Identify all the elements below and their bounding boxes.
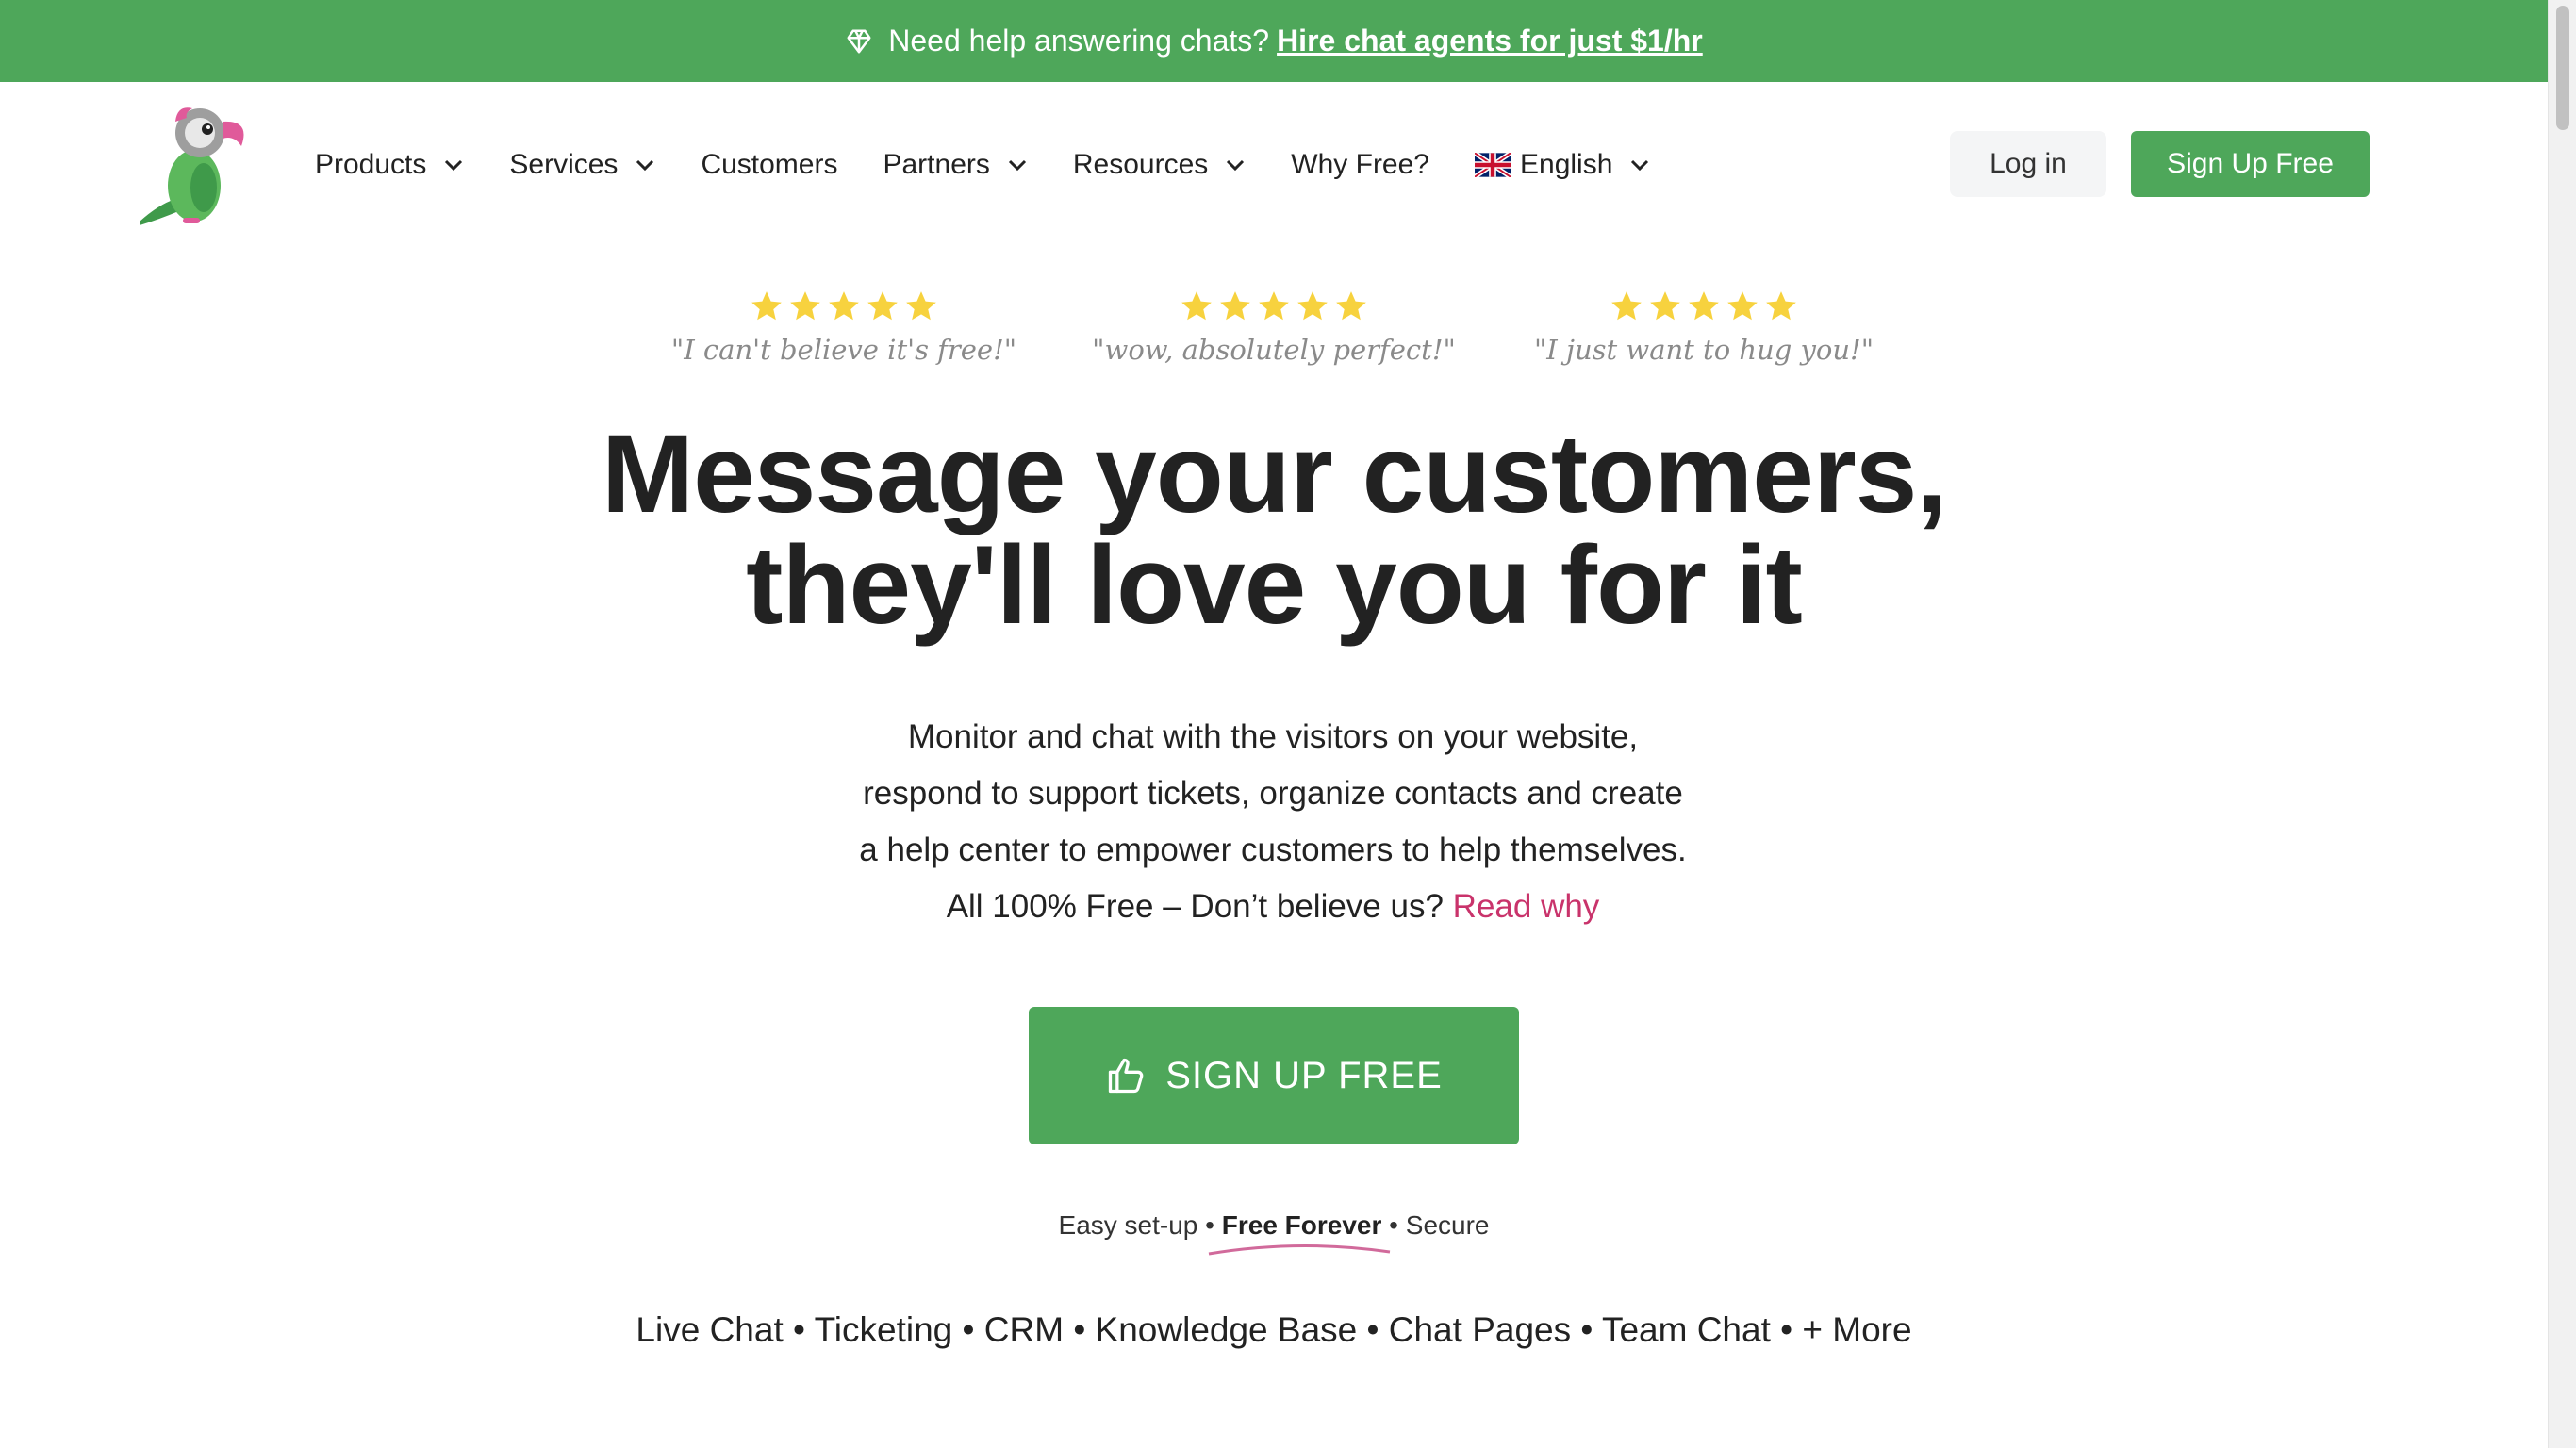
star-icon [1727,291,1758,321]
star-icon [1689,291,1719,321]
chevron-down-icon [635,158,655,172]
star-icon [1259,291,1289,321]
nav-partners[interactable]: Partners [883,149,1027,181]
easy-setup-text: Easy set-up [1058,1210,1198,1240]
read-why-link[interactable]: Read why [1453,888,1600,925]
language-selector[interactable]: English [1475,149,1650,181]
chevron-down-icon [1225,158,1246,172]
star-icon [1336,291,1366,321]
star-icon [1650,291,1680,321]
review-3: "I just want to hug you!" [1506,288,1902,366]
bullet-separator: • [1389,1210,1398,1240]
features-tagline: Easy set-up • Free Forever • Secure [0,1210,2548,1256]
hero-title-line-2: they'll love you for it [746,523,1803,648]
review-1: "I can't believe it's free!" [646,288,1042,366]
uk-flag-icon [1475,153,1511,177]
banner-text: Need help answering chats? [888,24,1270,58]
bullet-separator: • [1205,1210,1214,1240]
nav-resources[interactable]: Resources [1073,149,1246,181]
page-scrollbar[interactable] [2548,0,2576,1448]
nav-why-free[interactable]: Why Free? [1291,149,1429,181]
review-2: "wow, absolutely perfect!" [1076,288,1472,366]
language-label: English [1520,149,1613,180]
review-quote: "I just want to hug you!" [1533,334,1874,366]
star-icon [1220,291,1250,321]
star-icon [867,291,898,321]
cta-label: SIGN UP FREE [1165,1054,1443,1096]
hero-desc-line-2: respond to support tickets, organize con… [863,775,1683,812]
hero-description: Monitor and chat with the visitors on yo… [660,709,1886,935]
star-icon [1297,291,1328,321]
free-forever-text: Free Forever [1221,1210,1382,1240]
hero-title: Message your customers, they'll love you… [0,419,2548,641]
thumbs-up-icon [1105,1055,1147,1096]
star-icon [829,291,859,321]
announcement-banner: Need help answering chats? Hire chat age… [0,0,2548,82]
star-icon [790,291,820,321]
nav-partners-label: Partners [883,149,990,180]
hire-agents-link[interactable]: Hire chat agents for just $1/hr [1277,24,1703,58]
star-icon [1766,291,1796,321]
review-quote: "I can't believe it's free!" [670,334,1017,366]
hero-desc-line-1: Monitor and chat with the visitors on yo… [907,718,1639,755]
login-button[interactable]: Log in [1950,131,2106,197]
nav-resources-label: Resources [1072,149,1209,180]
star-rating [646,288,1042,328]
scrollbar-thumb[interactable] [2556,6,2569,130]
free-claim-text: All 100% Free – Don’t believe us? [946,888,1444,925]
chevron-down-icon [1629,158,1650,172]
star-icon [906,291,936,321]
hero-desc-line-4: All 100% Free – Don’t believe us? Read w… [660,879,1886,935]
star-icon [1611,291,1642,321]
nav-why-free-label: Why Free? [1291,149,1429,180]
signup-header-button[interactable]: Sign Up Free [2131,131,2370,197]
star-rating [1506,288,1902,328]
chevron-down-icon [1007,158,1028,172]
secure-text: Secure [1405,1210,1490,1240]
nav-services[interactable]: Services [509,149,655,181]
review-quote: "wow, absolutely perfect!" [1092,334,1456,366]
main-nav: Products Services Customers Partners Res… [315,139,1695,191]
nav-customers[interactable]: Customers [701,149,837,181]
site-header: Products Services Customers Partners Res… [0,82,2548,247]
nav-services-label: Services [509,149,619,180]
star-rating [1076,288,1472,328]
nav-products[interactable]: Products [315,149,464,181]
products-list: Live Chat • Ticketing • CRM • Knowledge … [636,1310,1912,1349]
chevron-down-icon [443,158,464,172]
hero-desc-line-3: a help center to empower customers to he… [859,831,1687,868]
star-icon [1181,291,1212,321]
star-icon [751,291,782,321]
nav-products-label: Products [315,149,427,180]
hero-title-line-1: Message your customers, [601,412,1947,536]
nav-customers-label: Customers [701,149,838,180]
diamond-icon [845,27,873,56]
parrot-logo[interactable] [130,101,253,229]
underline-swash [1208,1244,1390,1256]
signup-free-cta-button[interactable]: SIGN UP FREE [1029,1007,1519,1144]
free-forever-highlight: Free Forever [1208,1210,1390,1256]
